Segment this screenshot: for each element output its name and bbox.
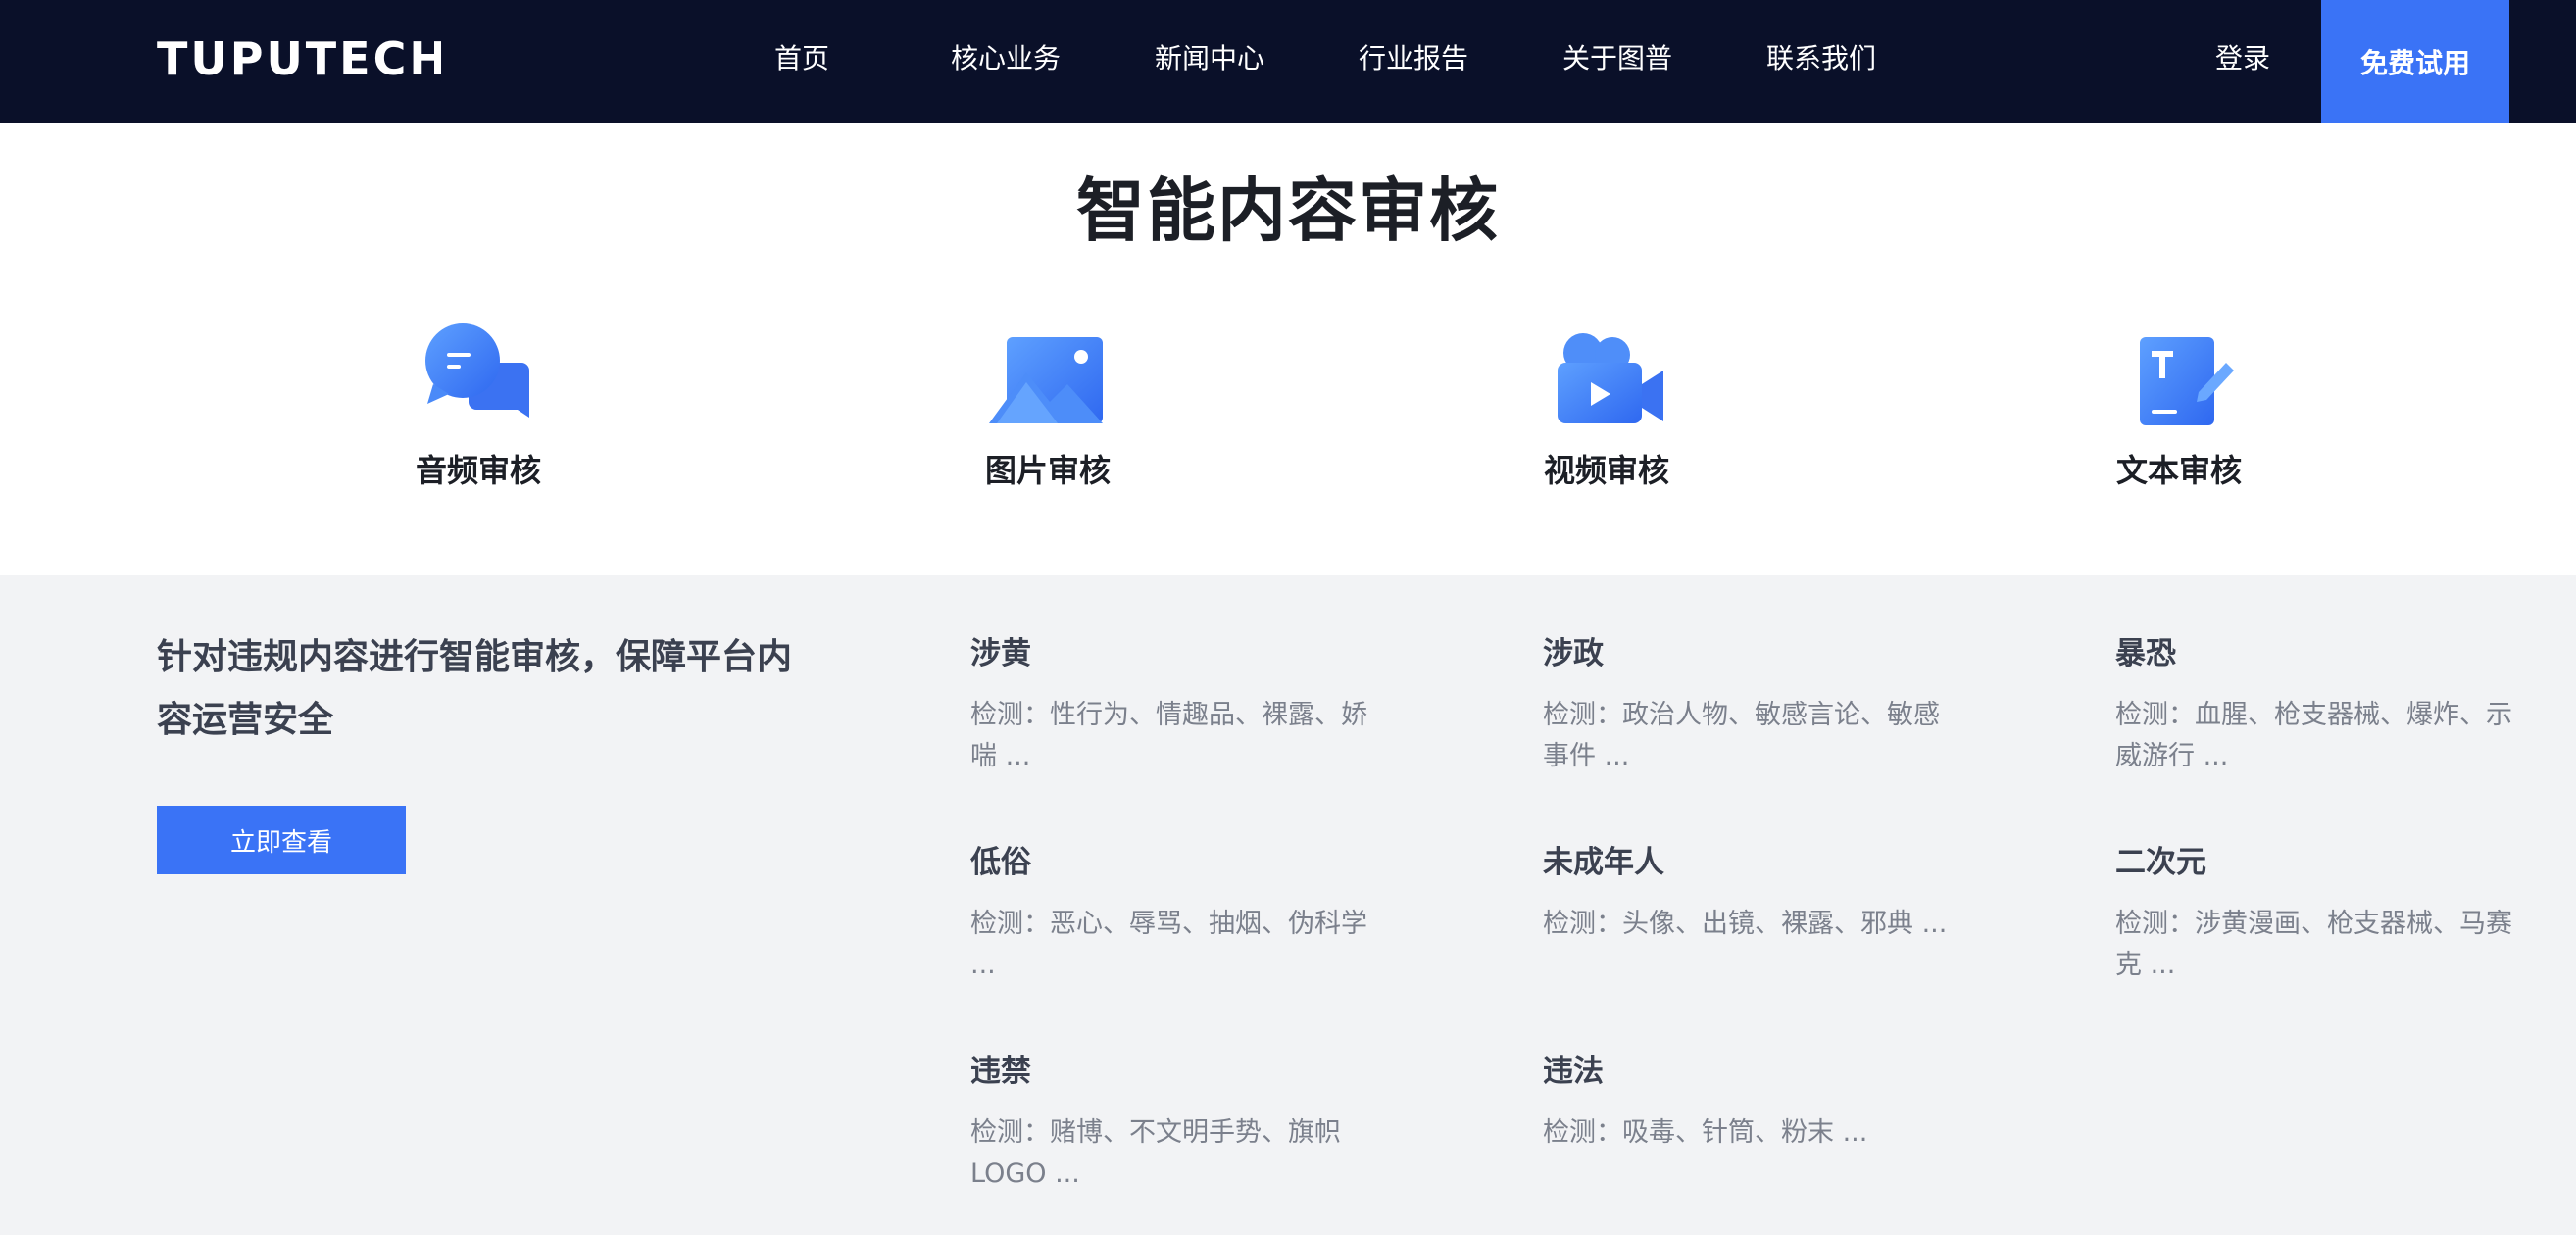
risk-desc: 检测：政治人物、敏感言论、敏感事件 ... [1543, 700, 1940, 771]
risk-item-politics: 涉政 检测：政治人物、敏感言论、敏感事件 ... [1543, 632, 1955, 777]
risk-title: 违法 [1543, 1054, 1604, 1089]
page-title: 智能内容审核 [1076, 171, 1500, 251]
risk-item-acg: 二次元 检测：涉黄漫画、枪支器械、马赛克 ... [2115, 841, 2527, 986]
risk-desc: 检测：血腥、枪支器械、爆炸、示威游行 ... [2115, 700, 2512, 771]
image-icon [989, 323, 1107, 431]
category-label: 文本审核 [2115, 452, 2242, 489]
nav-news[interactable]: 新闻中心 [1155, 37, 1264, 80]
nav-home[interactable]: 首页 [774, 37, 829, 80]
video-camera-icon [1548, 323, 1665, 431]
risk-desc: 检测：赌博、不文明手势、旗帜LOGO ... [970, 1117, 1341, 1189]
nav-contact[interactable]: 联系我们 [1766, 37, 1876, 80]
risk-title: 违禁 [970, 1054, 1031, 1089]
category-audio[interactable]: 音频审核 [331, 323, 625, 500]
risk-title: 涉黄 [970, 636, 1031, 671]
category-text[interactable]: 文本审核 [2032, 323, 2326, 500]
nav-about[interactable]: 关于图普 [1562, 37, 1672, 80]
nav-reports[interactable]: 行业报告 [1359, 37, 1468, 80]
risk-title: 暴恐 [2115, 636, 2176, 671]
risk-desc: 检测：吸毒、针筒、粉末 ... [1543, 1117, 1868, 1148]
risk-item-terror: 暴恐 检测：血腥、枪支器械、爆炸、示威游行 ... [2115, 632, 2527, 777]
risk-item-porn: 涉黄 检测：性行为、情趣品、裸露、娇喘 ... [970, 632, 1382, 777]
risk-title: 二次元 [2115, 845, 2206, 880]
category-label: 音频审核 [415, 452, 541, 489]
detail-section: 针对违规内容进行智能审核，保障平台内容运营安全 立即查看 涉黄 检测：性行为、情… [0, 575, 2576, 1235]
category-video[interactable]: 视频审核 [1460, 323, 1754, 500]
category-label: 视频审核 [1543, 452, 1669, 489]
risk-item-minor: 未成年人 检测：头像、出镜、裸露、邪典 ... [1543, 841, 1955, 945]
svg-text:TUPUTECH: TUPUTECH [157, 33, 441, 82]
tuputech-logo[interactable]: TUPUTECH [157, 33, 441, 82]
nav-core-business[interactable]: 核心业务 [951, 37, 1061, 80]
risk-desc: 检测：恶心、辱骂、抽烟、伪科学 ... [970, 909, 1367, 980]
risk-desc: 检测：涉黄漫画、枪支器械、马赛克 ... [2115, 909, 2512, 980]
category-image[interactable]: 图片审核 [901, 323, 1195, 500]
top-nav-bar: TUPUTECH 首页 核心业务 新闻中心 行业报告 关于图普 联系我们 登录 … [0, 0, 2576, 123]
risk-title: 涉政 [1543, 636, 1604, 671]
risk-title: 未成年人 [1543, 845, 1664, 880]
category-label: 图片审核 [984, 452, 1111, 489]
view-now-button[interactable]: 立即查看 [157, 806, 406, 874]
risk-item-vulgar: 低俗 检测：恶心、辱骂、抽烟、伪科学 ... [970, 841, 1382, 986]
risk-item-prohibited: 违禁 检测：赌博、不文明手势、旗帜LOGO ... [970, 1050, 1382, 1195]
login-link[interactable]: 登录 [2215, 37, 2270, 80]
chat-bubbles-icon [420, 323, 537, 431]
risk-item-illegal: 违法 检测：吸毒、针筒、粉末 ... [1543, 1050, 1955, 1154]
free-trial-button[interactable]: 免费试用 [2321, 0, 2509, 123]
risk-desc: 检测：性行为、情趣品、裸露、娇喘 ... [970, 700, 1367, 771]
intro-text: 针对违规内容进行智能审核，保障平台内容运营安全 [157, 637, 793, 740]
text-document-icon [2120, 323, 2238, 431]
risk-title: 低俗 [970, 845, 1031, 880]
risk-desc: 检测：头像、出镜、裸露、邪典 ... [1543, 909, 1948, 939]
